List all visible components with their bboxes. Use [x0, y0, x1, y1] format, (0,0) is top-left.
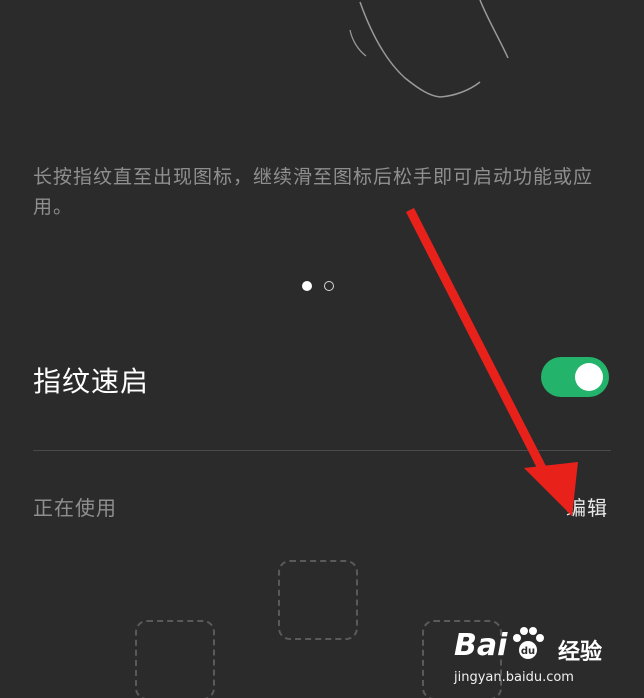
- in-use-label: 正在使用: [33, 496, 117, 520]
- paw-icon: du: [513, 627, 544, 659]
- page-indicator: [302, 281, 334, 291]
- shortcut-slot-left[interactable]: [135, 620, 215, 698]
- watermark-url: jingyan.baidu.com: [454, 670, 574, 685]
- toggle-knob: [575, 363, 603, 391]
- svg-text:du: du: [521, 646, 535, 657]
- watermark-service: 经验: [558, 640, 603, 665]
- shortcut-slot-top[interactable]: [278, 560, 358, 640]
- feature-title: 指纹速启: [33, 365, 150, 398]
- fingerprint-quick-launch-toggle[interactable]: [541, 357, 609, 397]
- page-dot-active[interactable]: [302, 281, 312, 291]
- divider: [33, 450, 611, 451]
- watermark-brand-left: Bai: [454, 628, 508, 663]
- instruction-text: 长按指纹直至出现图标，继续滑至图标后松手即可启动功能或应用。: [33, 166, 594, 218]
- fingerprint-quick-launch-screen: 长按指纹直至出现图标，继续滑至图标后松手即可启动功能或应用。 指纹速启 正在使用…: [0, 0, 644, 698]
- edit-button[interactable]: 编辑: [566, 492, 608, 521]
- baidu-jingyan-watermark: Bai du 经验 jingyan.baidu.com: [454, 626, 624, 690]
- hand-gesture-illustration: [349, 0, 509, 98]
- page-dot-inactive[interactable]: [324, 281, 334, 291]
